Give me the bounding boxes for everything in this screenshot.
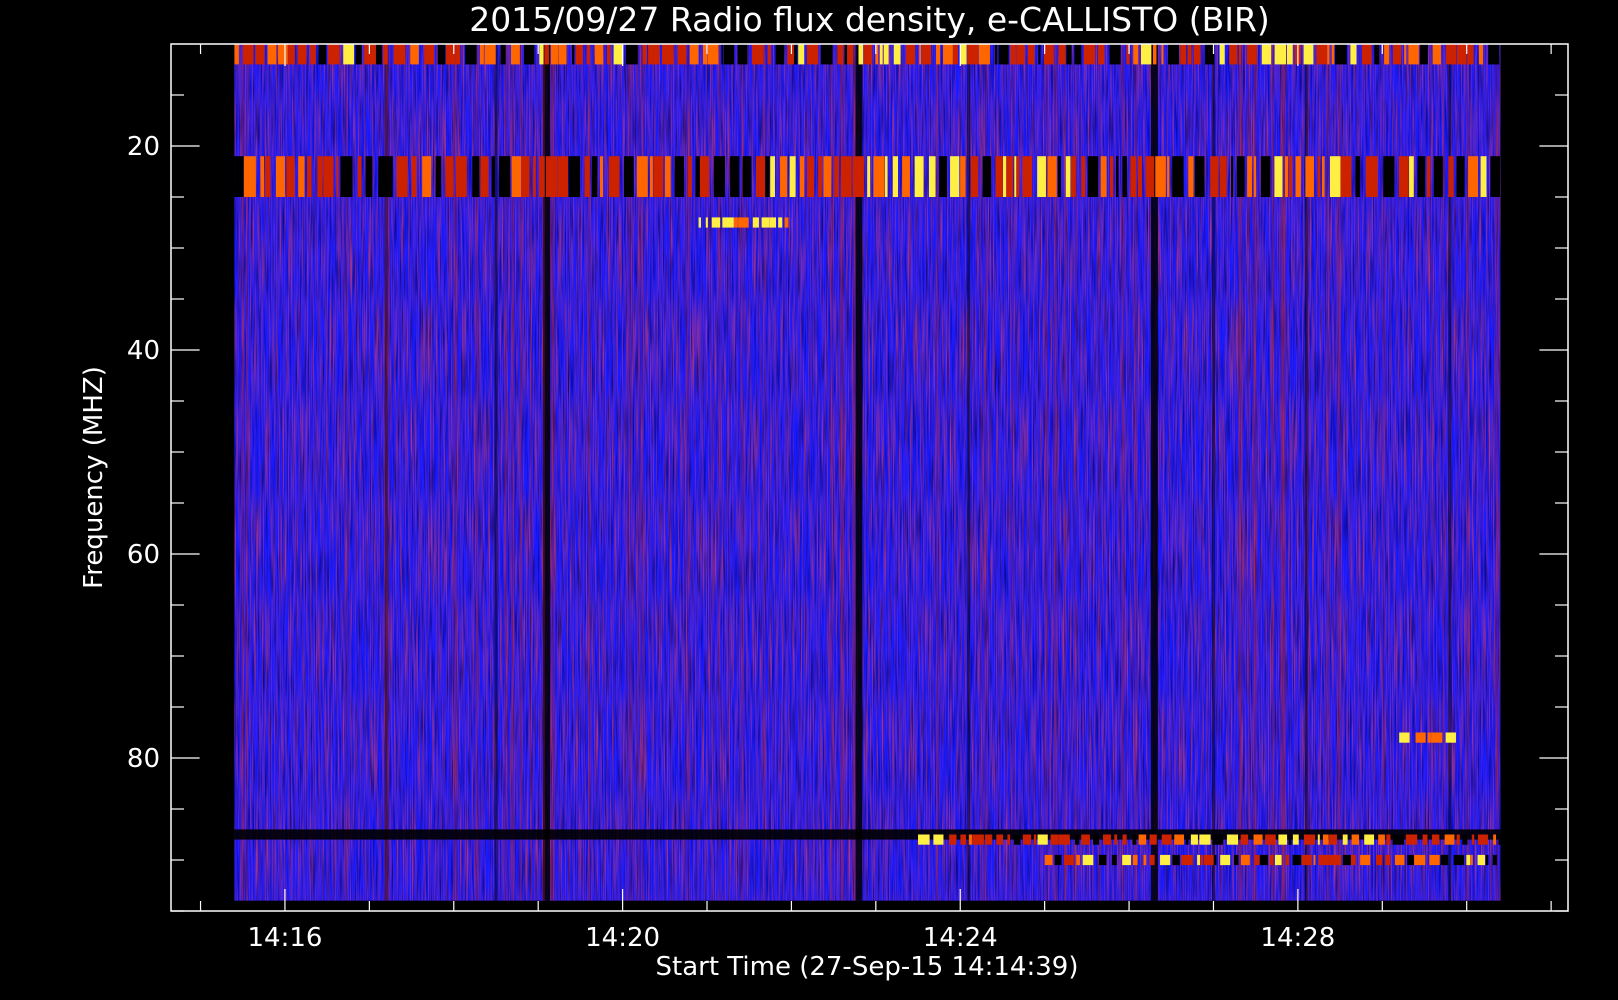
x-tick-label: 14:24 bbox=[923, 923, 998, 953]
spectrogram-data bbox=[234, 44, 1501, 901]
faint-column bbox=[530, 44, 533, 901]
faint-column bbox=[728, 44, 730, 901]
faint-column bbox=[1098, 44, 1100, 901]
y-tick-label: 80 bbox=[127, 744, 160, 774]
faint-column bbox=[980, 44, 982, 901]
faint-column bbox=[1063, 44, 1067, 901]
x-tick-label: 14:16 bbox=[247, 923, 322, 953]
x-tick-label: 14:28 bbox=[1260, 923, 1335, 953]
chart-title: 2015/09/27 Radio flux density, e-CALLIST… bbox=[469, 0, 1270, 39]
faint-column bbox=[710, 44, 713, 901]
y-tick-label: 40 bbox=[127, 336, 160, 366]
y-tick-label: 20 bbox=[127, 132, 160, 162]
y-axis-label: Frequency (MHZ) bbox=[79, 366, 109, 589]
dark-streak bbox=[967, 44, 971, 901]
spectrogram-chart: 2015/09/27 Radio flux density, e-CALLIST… bbox=[79, 0, 1569, 982]
y-tick-label: 60 bbox=[127, 540, 160, 570]
faint-column bbox=[1271, 44, 1274, 901]
x-tick-label: 14:20 bbox=[585, 923, 660, 953]
faint-column bbox=[1326, 44, 1330, 901]
x-axis-label: Start Time (27-Sep-15 14:14:39) bbox=[656, 952, 1079, 982]
feature-burst bbox=[1399, 732, 1456, 743]
faint-column bbox=[670, 44, 672, 901]
faint-column bbox=[935, 44, 939, 901]
